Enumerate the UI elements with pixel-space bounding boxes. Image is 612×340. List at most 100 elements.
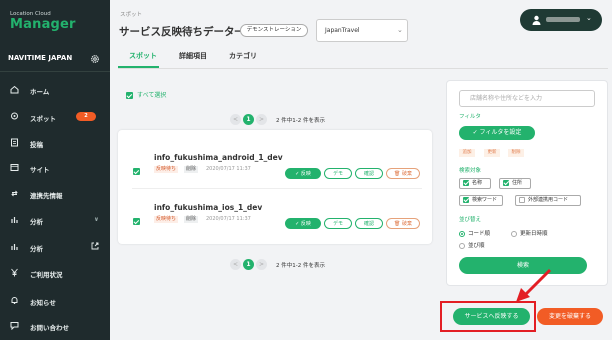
org-header: NAVITIME JAPAN [0,48,110,72]
sidebar-item-label: スポット [30,115,56,123]
sort-code-radio[interactable]: コード順 [459,229,490,237]
list-item[interactable]: info_fukushima_android_1_dev 反映待ち 削除 202… [118,138,432,188]
checkbox-checked-icon [463,196,469,203]
status-badge: 反映待ち [154,166,179,173]
sidebar-item-usage[interactable]: ご利用状況 [0,265,110,281]
project-select-value: JapanTravel [325,27,360,34]
discard-changes-button[interactable]: 変更を破棄する [537,308,603,325]
set-filter-button[interactable]: ✓ フィルタを設定 [459,126,535,140]
next-page-button[interactable]: > [256,259,267,270]
reflect-button[interactable]: ✓ 反映 [285,218,321,229]
status-badge: 反映待ち [154,216,179,223]
sidebar-item-label: 分析 [30,245,43,253]
demo-button[interactable]: デモ [324,168,352,179]
target-name-checkbox[interactable]: 名称 [459,178,491,189]
sidebar-item-spot[interactable]: スポット 2 [0,109,110,125]
user-menu-button[interactable]: ⌄ [520,9,602,31]
target-address-checkbox[interactable]: 住所 [499,178,531,189]
radio-unselected-icon [459,242,465,249]
breadcrumb[interactable]: スポット [120,10,142,18]
filter-chip-update[interactable]: 更新 [484,149,500,157]
radio-label: コード順 [468,231,491,237]
link-icon [11,190,18,197]
user-name-blurred [546,17,580,22]
checkbox-label: 名称 [472,180,483,186]
target-keyword-checkbox[interactable]: 検索ワード [459,195,503,206]
spot-count-badge: 2 [76,112,96,121]
demonstration-button[interactable]: デモンストレーション [240,24,308,37]
radio-selected-icon [459,230,465,237]
app-logo[interactable]: Location Cloud Manager [8,10,98,32]
page-title: サービス反映待ちデータ一覧 [119,26,256,38]
gear-icon[interactable] [90,54,100,64]
target-external-code-checkbox[interactable]: 外部連携用コード [515,195,581,206]
tab-category[interactable]: カテゴリ [229,51,257,61]
search-input[interactable]: 店舗名称や住所などを入力 [459,90,595,107]
sidebar: Location Cloud Manager NAVITIME JAPAN ホー… [0,0,110,340]
chevron-down-icon: ∨ [94,216,99,223]
filter-chip-delete[interactable]: 削除 [508,149,524,157]
sort-order-radio[interactable]: 並び順 [459,241,485,249]
sidebar-item-contact[interactable]: お問い合わせ [0,318,110,334]
chevron-down-icon: ⌄ [586,14,592,22]
bell-icon [11,297,18,304]
tab-bar: スポット 詳細項目 カテゴリ [118,46,438,70]
prev-page-button[interactable]: < [230,259,241,270]
next-page-button[interactable]: > [256,114,267,125]
tab-spot[interactable]: スポット [129,51,157,61]
timestamp: 2020/07/17 11:37 [206,166,251,172]
checkbox-label: 検索ワード [472,197,498,203]
checkbox-label: 住所 [512,180,523,186]
pagination-info: 2 件中1-2 件を表示 [276,118,325,124]
discard-button[interactable]: 🗑 破棄 [386,168,420,179]
row-checkbox[interactable] [133,168,140,175]
sidebar-item-analytics[interactable]: 分析 ∨ [0,212,110,228]
search-target-label: 検索対象 [459,168,482,174]
confirm-button[interactable]: 確認 [355,168,383,179]
annotation-arrow-icon [516,268,552,302]
demo-button[interactable]: デモ [324,218,352,229]
confirm-button[interactable]: 確認 [355,218,383,229]
spot-name: info_fukushima_android_1_dev [154,153,283,162]
sidebar-item-home[interactable]: ホーム [0,82,110,98]
sidebar-item-label: お問い合わせ [30,324,69,332]
prev-page-button[interactable]: < [230,114,241,125]
sidebar-item-news[interactable]: お知らせ [0,293,110,309]
select-all-label: すべて選択 [137,92,167,99]
divider [118,68,608,69]
select-all-checkbox[interactable]: すべて選択 [126,90,166,99]
sidebar-item-label: サイト [30,166,50,174]
radio-label: 更新日時順 [520,231,548,237]
page-1-button[interactable]: 1 [243,114,254,125]
radio-unselected-icon [511,230,517,237]
tab-details[interactable]: 詳細項目 [179,51,207,61]
checkbox-checked-icon [463,179,469,186]
filter-chip-add[interactable]: 追加 [459,149,475,157]
sidebar-item-posts[interactable]: 投稿 [0,135,110,151]
browser-icon [10,164,19,171]
discard-button[interactable]: 🗑 破棄 [386,218,420,229]
timestamp: 2020/07/17 11:37 [206,216,251,222]
project-select[interactable]: JapanTravel ⌄ [316,19,408,42]
sidebar-item-label: 分析 [30,218,43,226]
reflect-to-service-button[interactable]: サービスへ反映する [453,308,530,325]
page-1-button[interactable]: 1 [243,259,254,270]
map-pin-icon [11,112,18,120]
sidebar-item-site[interactable]: サイト [0,160,110,176]
sort-label: 並び替え [459,217,482,223]
list-item[interactable]: info_fukushima_ios_1_dev 反映待ち 削除 2020/07… [118,188,432,238]
sidebar-item-integration[interactable]: 連携先情報 [0,186,110,202]
sidebar-item-label: お知らせ [30,299,56,307]
checkbox-label: 外部連携用コード [528,197,569,203]
home-icon [10,85,19,94]
reflect-button[interactable]: ✓ 反映 [285,168,321,179]
bar-chart-icon [11,217,18,223]
sidebar-item-label: ホーム [30,88,50,96]
sidebar-item-analytics-external[interactable]: 分析 [0,239,110,255]
sort-updated-radio[interactable]: 更新日時順 [511,229,548,237]
document-icon [11,138,18,147]
chat-icon [10,322,19,330]
sidebar-item-label: 連携先情報 [30,192,63,200]
row-checkbox[interactable] [133,218,140,225]
filter-section-label: フィルタ [459,114,481,120]
